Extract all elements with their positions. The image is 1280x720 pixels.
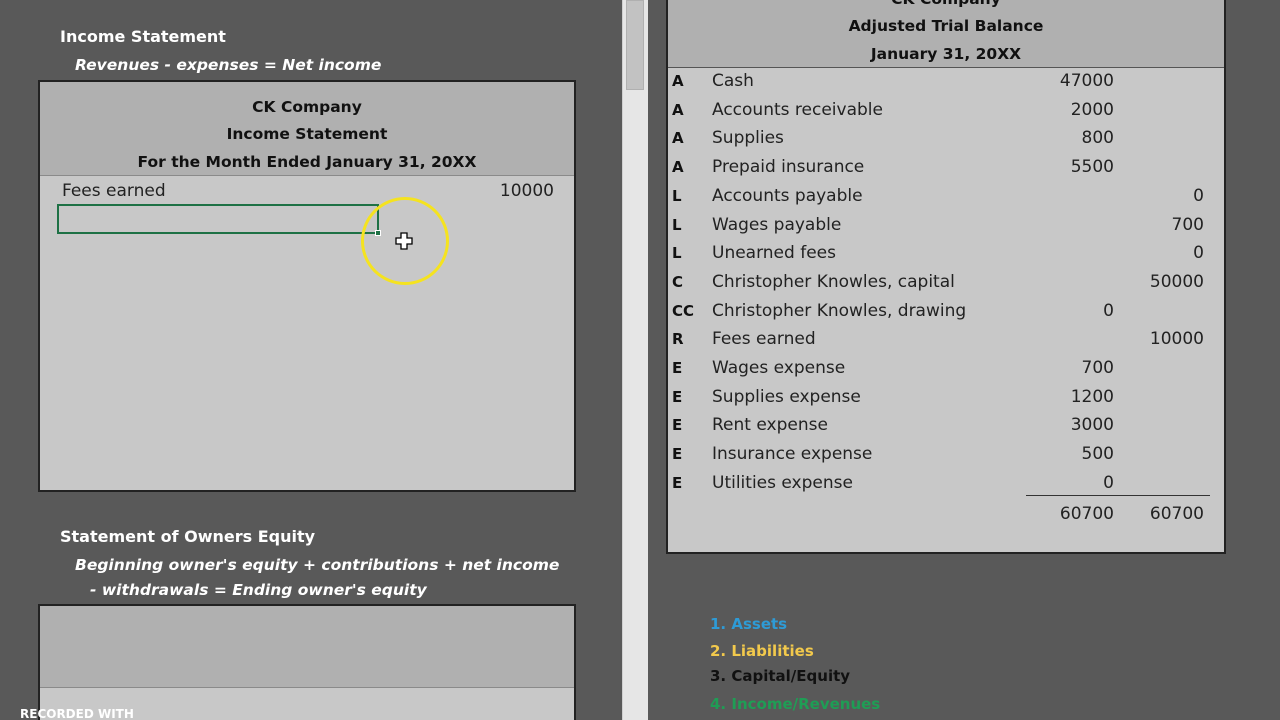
tb-row[interactable]: A Accounts receivable 2000 bbox=[668, 97, 1224, 125]
tb-account-name[interactable]: Utilities expense bbox=[712, 473, 853, 493]
tb-debit[interactable]: 800 bbox=[1082, 128, 1114, 148]
tb-row[interactable]: E Wages expense 700 bbox=[668, 355, 1224, 383]
income-formula: Revenues - expenses = Net income bbox=[75, 56, 382, 74]
owners-equity-header bbox=[40, 606, 574, 688]
tb-debit[interactable]: 47000 bbox=[1060, 71, 1114, 91]
tb-debit[interactable]: 0 bbox=[1103, 301, 1114, 321]
income-statement-box: CK Company Income Statement For the Mont… bbox=[38, 80, 576, 492]
tb-account-name[interactable]: Christopher Knowles, drawing bbox=[712, 301, 966, 321]
tb-row[interactable]: E Supplies expense 1200 bbox=[668, 384, 1224, 412]
tb-row[interactable]: E Insurance expense 500 bbox=[668, 441, 1224, 469]
tb-row[interactable]: L Accounts payable 0 bbox=[668, 183, 1224, 211]
trial-balance-box: CK Company Adjusted Trial Balance Januar… bbox=[666, 0, 1226, 554]
tb-account-type[interactable]: C bbox=[672, 273, 683, 291]
tb-account-type[interactable]: E bbox=[672, 474, 682, 492]
tb-account-type[interactable]: E bbox=[672, 416, 682, 434]
equity-formula-line2: - withdrawals = Ending owner's equity bbox=[90, 581, 427, 599]
tb-account-name[interactable]: Supplies bbox=[712, 128, 784, 148]
tb-account-name[interactable]: Wages expense bbox=[712, 358, 845, 378]
tb-credit[interactable]: 0 bbox=[1193, 243, 1204, 263]
tb-account-type[interactable]: L bbox=[672, 216, 682, 234]
tb-account-name[interactable]: Supplies expense bbox=[712, 387, 861, 407]
tb-account-name[interactable]: Christopher Knowles, capital bbox=[712, 272, 955, 292]
tb-account-type[interactable]: R bbox=[672, 330, 684, 348]
totals-row: 60700 60700 bbox=[668, 501, 1224, 529]
tb-row[interactable]: E Rent expense 3000 bbox=[668, 412, 1224, 440]
total-credit[interactable]: 60700 bbox=[1150, 504, 1204, 524]
tb-account-name[interactable]: Accounts payable bbox=[712, 186, 863, 206]
is-row-label[interactable]: Fees earned bbox=[62, 181, 166, 201]
tb-account-type[interactable]: E bbox=[672, 388, 682, 406]
tb-row[interactable]: E Utilities expense 0 bbox=[668, 470, 1224, 498]
cell-select-plus-cursor-icon bbox=[395, 232, 413, 250]
tb-debit[interactable]: 2000 bbox=[1071, 100, 1114, 120]
tb-row[interactable]: A Supplies 800 bbox=[668, 125, 1224, 153]
tb-title: Adjusted Trial Balance bbox=[848, 17, 1044, 35]
trial-balance-header: CK Company Adjusted Trial Balance Januar… bbox=[668, 0, 1224, 68]
tb-account-name[interactable]: Accounts receivable bbox=[712, 100, 883, 120]
tb-credit[interactable]: 700 bbox=[1172, 215, 1204, 235]
legend-capital-equity: 3. Capital/Equity bbox=[710, 667, 851, 685]
tb-account-name[interactable]: Insurance expense bbox=[712, 444, 872, 464]
equity-formula-line1: Beginning owner's equity + contributions… bbox=[75, 556, 560, 574]
tb-credit[interactable]: 10000 bbox=[1150, 329, 1204, 349]
tb-account-type[interactable]: A bbox=[672, 101, 684, 119]
tb-account-name[interactable]: Unearned fees bbox=[712, 243, 836, 263]
tb-debit[interactable]: 1200 bbox=[1071, 387, 1114, 407]
tb-date: January 31, 20XX bbox=[870, 45, 1022, 63]
tb-row[interactable]: L Unearned fees 0 bbox=[668, 240, 1224, 268]
tb-row[interactable]: L Wages payable 700 bbox=[668, 212, 1224, 240]
tb-account-type[interactable]: L bbox=[672, 187, 682, 205]
tb-debit[interactable]: 700 bbox=[1082, 358, 1114, 378]
legend-income-revenues: 4. Income/Revenues bbox=[710, 695, 881, 713]
tb-row[interactable]: C Christopher Knowles, capital 50000 bbox=[668, 269, 1224, 297]
vertical-scrollbar[interactable] bbox=[622, 0, 648, 720]
tb-account-type[interactable]: A bbox=[672, 72, 684, 90]
tb-account-name[interactable]: Cash bbox=[712, 71, 754, 91]
scrollbar-thumb[interactable] bbox=[626, 0, 644, 90]
tb-debit[interactable]: 3000 bbox=[1071, 415, 1114, 435]
is-title: Income Statement bbox=[226, 125, 388, 143]
tb-credit[interactable]: 0 bbox=[1193, 186, 1204, 206]
legend-liabilities: 2. Liabilities bbox=[710, 642, 814, 660]
is-company-name: CK Company bbox=[252, 98, 362, 116]
income-statement-header: CK Company Income Statement For the Mont… bbox=[40, 82, 574, 176]
is-row-amount[interactable]: 10000 bbox=[500, 181, 554, 201]
tb-company-name: CK Company bbox=[668, 0, 1224, 8]
recorded-with-watermark: RECORDED WITH bbox=[20, 707, 134, 720]
income-section-title: Income Statement bbox=[60, 27, 226, 46]
tb-account-type[interactable]: E bbox=[672, 445, 682, 463]
tb-account-name[interactable]: Fees earned bbox=[712, 329, 816, 349]
tb-debit[interactable]: 0 bbox=[1103, 473, 1114, 493]
legend-assets: 1. Assets bbox=[710, 615, 788, 633]
tb-account-name[interactable]: Wages payable bbox=[712, 215, 841, 235]
tb-row[interactable]: CC Christopher Knowles, drawing 0 bbox=[668, 298, 1224, 326]
selected-cell[interactable] bbox=[57, 204, 381, 236]
tb-account-name[interactable]: Rent expense bbox=[712, 415, 828, 435]
equity-section-title: Statement of Owners Equity bbox=[60, 527, 316, 546]
owners-equity-box bbox=[38, 604, 576, 720]
tb-account-type[interactable]: E bbox=[672, 359, 682, 377]
tb-account-type[interactable]: A bbox=[672, 129, 684, 147]
tb-account-type[interactable]: CC bbox=[672, 302, 694, 320]
tb-account-type[interactable]: L bbox=[672, 244, 682, 262]
tb-debit[interactable]: 500 bbox=[1082, 444, 1114, 464]
is-period: For the Month Ended January 31, 20XX bbox=[137, 153, 477, 171]
tb-row[interactable]: A Prepaid insurance 5500 bbox=[668, 154, 1224, 182]
tb-credit[interactable]: 50000 bbox=[1150, 272, 1204, 292]
tb-debit[interactable]: 5500 bbox=[1071, 157, 1114, 177]
tb-account-name[interactable]: Prepaid insurance bbox=[712, 157, 864, 177]
total-debit[interactable]: 60700 bbox=[1060, 504, 1114, 524]
tb-row[interactable]: A Cash 47000 bbox=[668, 68, 1224, 96]
tb-account-type[interactable]: A bbox=[672, 158, 684, 176]
tb-row[interactable]: R Fees earned 10000 bbox=[668, 326, 1224, 354]
total-underline bbox=[1026, 495, 1210, 496]
